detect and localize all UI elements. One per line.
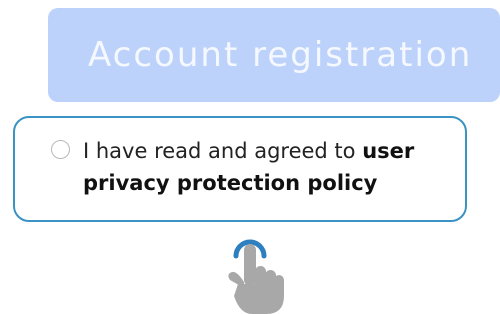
agreement-checkbox-container[interactable]: I have read and agreed to user privacy p… — [13, 116, 467, 222]
agreement-text: I have read and agreed to user privacy p… — [83, 135, 453, 199]
page: Account registration I have read and agr… — [0, 0, 500, 314]
agreement-prefix: I have read and agreed to — [83, 139, 363, 163]
account-registration-button[interactable]: Account registration — [48, 8, 500, 102]
account-registration-label: Account registration — [88, 35, 473, 75]
radio-unchecked-icon[interactable] — [51, 140, 70, 159]
tap-hand-icon — [222, 230, 292, 314]
